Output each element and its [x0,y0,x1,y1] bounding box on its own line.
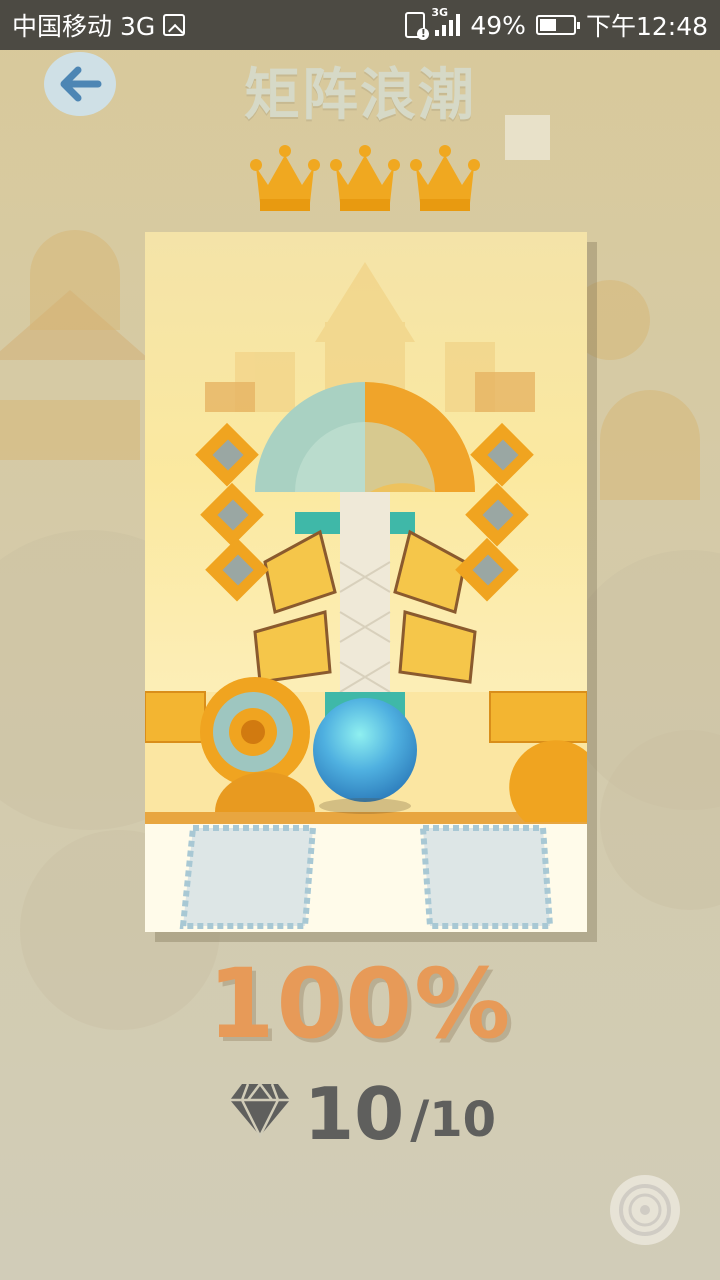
level-title: 矩阵浪潮 [244,63,476,128]
network-type-label: 3G [431,6,449,19]
crown-icon [410,145,480,211]
back-button[interactable] [44,52,116,116]
battery-icon [535,15,580,35]
music-disc-button[interactable] [610,1175,680,1245]
music-disc-icon [619,1184,671,1236]
gems-total: 10 [429,1092,496,1148]
gems-separator: / [410,1090,430,1150]
sim-alert-icon [405,12,430,40]
crown-rating [250,145,480,215]
level-preview-image[interactable] [145,232,587,932]
crown-icon [250,145,320,211]
signal-icon: 3G [431,6,461,36]
level-preview-art [145,232,587,932]
status-bar: 中国移动 3G 3G 49% 下午12:48 [0,0,720,50]
crown-icon [330,145,400,211]
completion-percent: 100% [207,948,513,1060]
gem-counter: 10 / 10 [228,1070,496,1150]
carrier-label: 中国移动 3G [12,12,156,41]
clock: 下午12:48 [585,12,708,41]
back-arrow-icon [60,66,102,102]
battery-percent: 49% [470,10,526,40]
image-notification-icon [163,14,186,36]
gems-collected: 10 [304,1072,405,1156]
diamond-icon [230,1083,290,1138]
